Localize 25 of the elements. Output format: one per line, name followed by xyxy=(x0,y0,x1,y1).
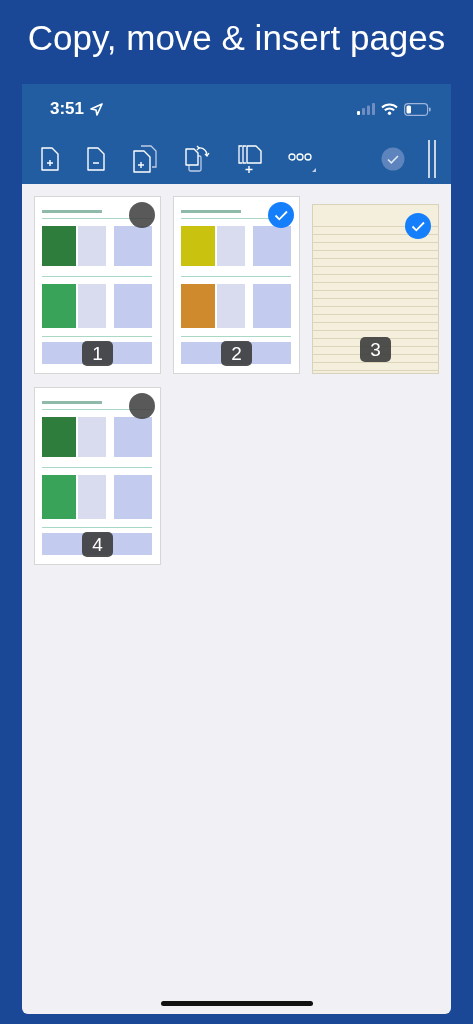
page-thumbnail-drawing[interactable] xyxy=(34,196,161,374)
select-all-icon[interactable] xyxy=(381,147,405,171)
selection-icon[interactable] xyxy=(129,393,155,419)
battery-icon xyxy=(404,102,431,116)
location-icon xyxy=(90,102,104,116)
page-thumbnail-drawing[interactable] xyxy=(34,387,161,565)
page-number: 4 xyxy=(82,532,113,557)
status-time: 3:51 xyxy=(50,99,85,119)
page-thumbnail-drawing[interactable] xyxy=(312,204,439,374)
add-page-icon[interactable] xyxy=(40,146,60,172)
page-number: 3 xyxy=(360,337,391,362)
page-number: 1 xyxy=(82,341,113,366)
copy-page-icon[interactable] xyxy=(132,145,158,173)
page-number: 2 xyxy=(221,341,252,366)
selection-icon[interactable] xyxy=(405,213,431,239)
insert-pages-icon[interactable] xyxy=(236,144,262,174)
signal-icon xyxy=(357,103,375,115)
wifi-icon xyxy=(381,103,398,115)
page-thumbnail-drawing[interactable] xyxy=(173,196,300,374)
rotate-page-icon[interactable] xyxy=(184,145,210,173)
remove-page-icon[interactable] xyxy=(86,146,106,172)
headline: Copy, move & insert pages xyxy=(27,18,446,59)
selection-icon[interactable] xyxy=(129,202,155,228)
sidebar-toggle-icon[interactable] xyxy=(427,139,437,179)
selection-icon[interactable] xyxy=(268,202,294,228)
